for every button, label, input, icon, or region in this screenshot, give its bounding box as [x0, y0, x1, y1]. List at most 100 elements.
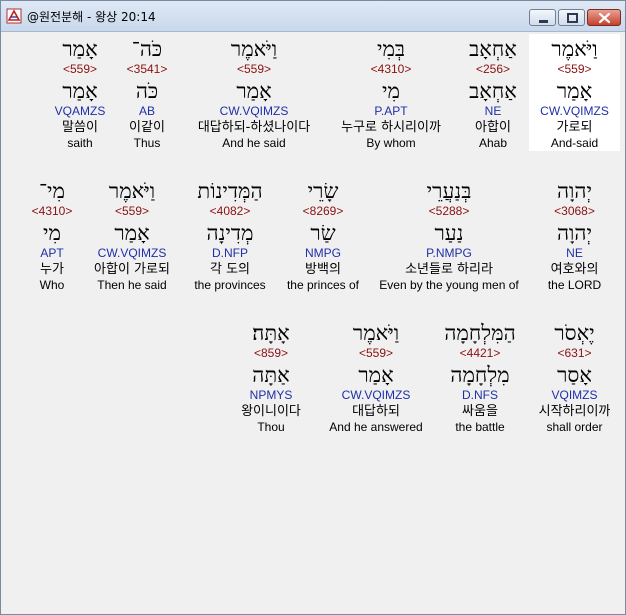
word-cell[interactable]: כֹּה־ <3541> כֹּה AB 이같이 Thus [111, 34, 183, 151]
english-gloss: By whom [366, 136, 416, 150]
verse-row-1: וַיֹּאמֶר <559> אָמַר CW.VQIMZS 가로되 And-… [4, 34, 626, 151]
close-icon [598, 12, 611, 24]
word-cell[interactable]: וַיֹּאמֶר <559> אָמַר CW.VQIMZS 대답하되 And… [321, 318, 431, 435]
minimize-icon [539, 20, 548, 23]
lexical-form: מְדִינָה [206, 221, 254, 245]
parsing-code: VQIMZS [551, 388, 598, 402]
lexical-form: יְהוָה [556, 221, 593, 245]
hebrew-word: הַמְּדִינוֹת [197, 179, 263, 203]
window-title: @원전분해 - 왕상 20:14 [27, 10, 156, 24]
word-cell[interactable]: בְּמִי <4310> מִי P.APT 누구로 하시리이까 By who… [325, 34, 457, 151]
korean-gloss: 소년들로 하리라 [405, 262, 493, 277]
hebrew-word: בְּמִי [376, 37, 406, 61]
korean-gloss: 대답하되 [352, 404, 400, 419]
lexical-form: אָמַר [114, 221, 150, 245]
lexical-form: כֹּה [135, 79, 159, 103]
verse-row-3: יֶאְסֹר <631> אָסַר VQIMZS 시작하리이까 shall … [4, 318, 626, 435]
parsing-code: NPMYS [249, 388, 293, 402]
parsing-code: P.NMPG [426, 246, 472, 260]
english-gloss: the LORD [547, 278, 602, 292]
strong-number: <3068> [554, 204, 595, 218]
korean-gloss: 왕이니이다 [241, 404, 301, 419]
maximize-icon [567, 13, 578, 23]
parsing-code: CW.VQIMZS [540, 104, 609, 118]
korean-gloss: 이같이 [129, 120, 165, 135]
hebrew-word: יֶאְסֹר [554, 321, 595, 345]
strong-number: <5288> [428, 204, 470, 218]
parsing-code: P.APT [374, 104, 408, 118]
strong-number: <4310> [370, 62, 412, 76]
hebrew-word: וַיֹּאמֶר [551, 37, 598, 61]
hebrew-word: שָׂרֵי [307, 179, 339, 203]
english-gloss: shall order [546, 420, 603, 434]
korean-gloss: 누구로 하시리이까 [341, 120, 441, 135]
lexical-form: מִלְחָמָה [450, 363, 510, 387]
word-cell[interactable]: הַמְּדִינוֹת <4082> מְדִינָה D.NFP 각 도의 … [183, 176, 277, 293]
hebrew-word: כֹּה־ [131, 37, 163, 61]
korean-gloss: 가로되 [556, 120, 593, 135]
lexical-form: מִי [43, 221, 61, 245]
hebrew-word: וַיֹּאמֶר [108, 179, 156, 203]
lexical-form: אַתָּה [252, 363, 290, 387]
strong-number: <559> [557, 62, 592, 76]
hebrew-word: מִי־ [39, 179, 65, 203]
english-gloss: the princes of [286, 278, 360, 292]
korean-gloss: 각 도의 [209, 262, 250, 277]
korean-gloss: 아합이 가로되 [94, 262, 170, 277]
strong-number: <859> [253, 346, 289, 360]
close-button[interactable] [587, 9, 621, 26]
strong-number: <559> [236, 62, 272, 76]
word-cell[interactable]: בְּנַעֲרֵי <5288> נַעַר P.NMPG 소년들로 하리라 … [369, 176, 529, 293]
word-cell[interactable]: וַיֹּאמֶר <559> אָמַר CW.VQIMZS 대답하되-하셨나… [183, 34, 325, 151]
english-gloss: Ahab [478, 136, 508, 150]
english-gloss: saith [67, 136, 93, 150]
app-logo-icon [6, 8, 22, 24]
parsing-code: D.NFP [212, 246, 248, 260]
korean-gloss: 방백의 [305, 262, 341, 277]
word-cell[interactable]: יֶאְסֹר <631> אָסַר VQIMZS 시작하리이까 shall … [529, 318, 620, 435]
english-gloss: Thus [133, 136, 161, 150]
lexical-form: אָמַר [62, 79, 98, 103]
korean-gloss: 누가 [40, 262, 64, 277]
english-gloss: Thou [257, 420, 285, 434]
hebrew-word: וַיֹּאמֶר [230, 37, 278, 61]
parsing-code: VQAMZS [54, 104, 106, 118]
strong-number: <559> [114, 204, 150, 218]
minimize-button[interactable] [529, 9, 556, 26]
korean-gloss: 여호와의 [550, 262, 599, 277]
lexical-form: שַׂר [310, 221, 336, 245]
word-cell[interactable]: וַיֹּאמֶר <559> אָמַר CW.VQIMZS 가로되 And-… [529, 34, 620, 151]
parsing-code: APT [40, 246, 64, 260]
english-gloss: the battle [455, 420, 505, 434]
hebrew-word: וַיֹּאמֶר [352, 321, 400, 345]
word-cell[interactable]: וַיֹּאמֶר <559> אָמַר CW.VQIMZS 아합이 가로되 … [81, 176, 183, 293]
strong-number: <4421> [459, 346, 501, 360]
hebrew-word: בְּנַעֲרֵי [426, 179, 472, 203]
hebrew-word: הַמִּלְחָמָה [444, 321, 516, 345]
strong-number: <8269> [302, 204, 344, 218]
word-cell[interactable]: מִי־ <4310> מִי APT 누가 Who [23, 176, 81, 293]
parsing-code: NE [484, 104, 502, 118]
word-cell[interactable]: הַמִּלְחָמָה <4421> מִלְחָמָה D.NFS 싸움을 … [431, 318, 529, 435]
word-cell[interactable]: יְהוָה <3068> יְהוָה NE 여호와의 the LORD [529, 176, 620, 293]
interlinear-view[interactable]: וַיֹּאמֶר <559> אָמַר CW.VQIMZS 가로되 And-… [4, 34, 620, 609]
word-cell[interactable]: אָתָּה׃ <859> אַתָּה NPMYS 왕이니이다 Thou [221, 318, 321, 435]
lexical-form: אָמַר [358, 363, 394, 387]
title-bar[interactable]: @원전분해 - 왕상 20:14 [1, 1, 625, 32]
lexical-form: מִי [382, 79, 400, 103]
english-gloss: Who [39, 278, 65, 292]
english-gloss: the provinces [194, 278, 266, 292]
parsing-code: CW.VQIMZS [97, 246, 167, 260]
word-cell[interactable]: שָׂרֵי <8269> שַׂר NMPG 방백의 the princes … [277, 176, 369, 293]
hebrew-word: אָמַר [62, 37, 98, 61]
verse-row-2: יְהוָה <3068> יְהוָה NE 여호와의 the LORD בְ… [4, 176, 626, 293]
english-gloss: Then he said [97, 278, 167, 292]
word-cell[interactable]: אַחְאָב <256> אַחְאָב NE 아합이 Ahab [457, 34, 529, 151]
parsing-code: AB [138, 104, 155, 118]
korean-gloss: 시작하리이까 [538, 404, 611, 419]
word-cell[interactable]: אָמַר <559> אָמַר VQAMZS 말씀이 saith [49, 34, 111, 151]
strong-number: <256> [475, 62, 511, 76]
lexical-form: אָסַר [557, 363, 592, 387]
parsing-code: CW.VQIMZS [219, 104, 289, 118]
maximize-button[interactable] [558, 9, 585, 26]
